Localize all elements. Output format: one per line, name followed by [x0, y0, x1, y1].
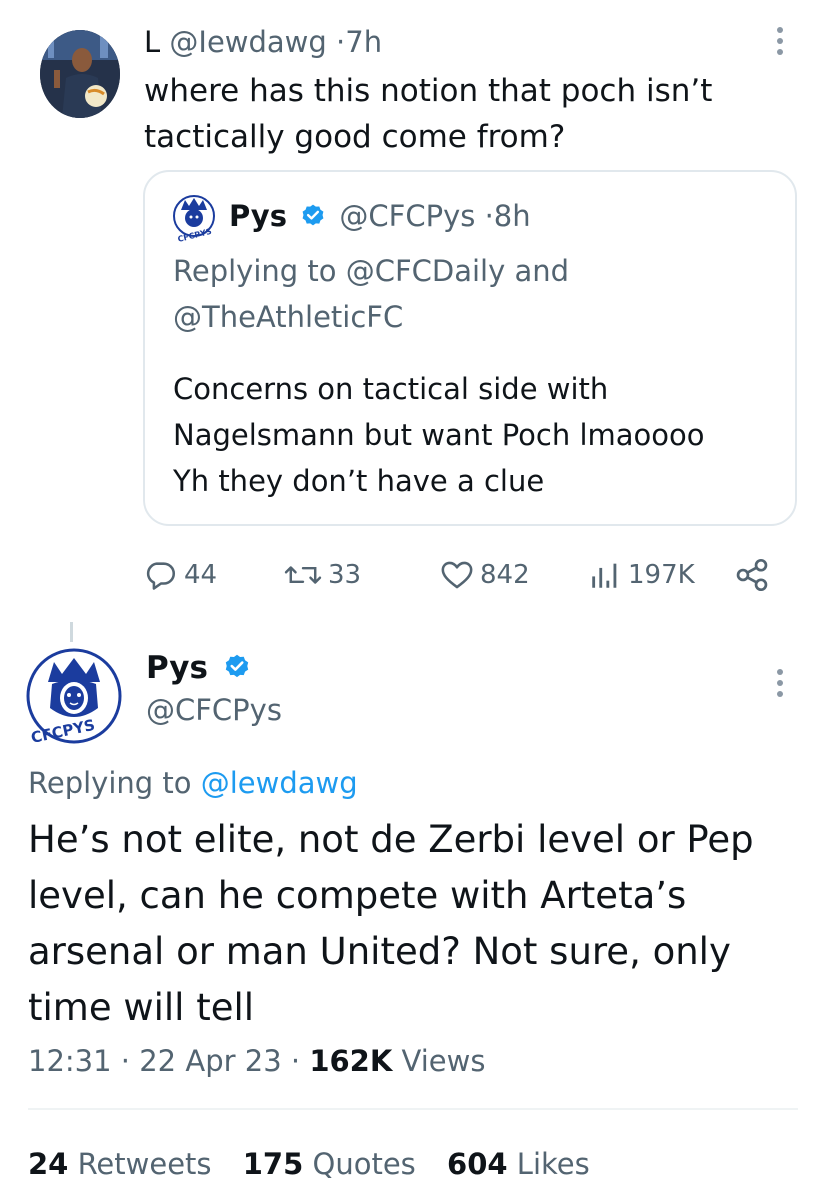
- heart-icon: [441, 561, 473, 589]
- avatar[interactable]: CFCPYS: [26, 648, 122, 747]
- reply-button[interactable]: 44: [144, 553, 217, 597]
- quoted-text-line: Yh they don’t have a clue: [173, 464, 545, 498]
- display-name[interactable]: Pys: [146, 648, 255, 688]
- replying-prefix: Replying to: [28, 766, 192, 800]
- like-button[interactable]: 842: [440, 553, 530, 597]
- quoted-tweet-card[interactable]: CFCPYS Pys @CFCPys ·8h Replying to @CFCD…: [143, 170, 797, 526]
- tweet-meta: 12:31 · 22 Apr 23 · 162K Views: [28, 1040, 485, 1082]
- like-count: 842: [480, 560, 530, 590]
- lion-logo-icon: CFCPYS: [173, 195, 215, 244]
- separator-dot: ·: [484, 199, 494, 233]
- display-name[interactable]: Pys: [229, 199, 287, 233]
- quoted-text-line: Concerns on tactical side with: [173, 372, 609, 406]
- display-name[interactable]: L: [144, 25, 160, 59]
- more-vertical-icon: [777, 27, 783, 55]
- replying-to: Replying to @CFCDaily and @TheAthleticFC: [173, 248, 763, 340]
- verified-badge-icon: [302, 204, 324, 226]
- lion-logo-icon: CFCPYS: [26, 648, 122, 747]
- likes-count: 604: [447, 1147, 508, 1181]
- quoted-tweet-text: Concerns on tactical side with Nagelsman…: [173, 366, 773, 504]
- tweet-header: L @Iewdawg ·7h: [144, 22, 382, 62]
- views-button[interactable]: 197K: [588, 553, 695, 597]
- user-handle[interactable]: @CFCPys: [146, 690, 282, 730]
- more-options-button[interactable]: [775, 26, 785, 56]
- share-button[interactable]: [734, 553, 776, 597]
- avatar[interactable]: [40, 30, 120, 118]
- replying-prefix: Replying to: [173, 254, 337, 288]
- likes-stat[interactable]: 604 Likes: [447, 1147, 590, 1181]
- user-handle[interactable]: @CFCPys: [339, 199, 475, 233]
- share-icon: [736, 558, 768, 592]
- separator-dot: ·: [336, 25, 346, 59]
- separator-dot: ·: [120, 1044, 131, 1078]
- display-name-text: Pys: [146, 650, 208, 686]
- divider: [28, 1108, 798, 1110]
- quotes-stat[interactable]: 175 Quotes: [243, 1147, 425, 1181]
- user-handle[interactable]: @Iewdawg: [169, 25, 326, 59]
- views-chart-icon: [592, 563, 617, 588]
- quotes-count: 175: [242, 1147, 304, 1181]
- views-count: 197K: [628, 560, 695, 590]
- more-vertical-icon: [777, 669, 783, 697]
- more-options-button[interactable]: [775, 668, 785, 698]
- retweet-icon: [284, 566, 322, 584]
- quoted-tweet-header: Pys @CFCPys ·8h: [229, 196, 531, 236]
- retweet-count: 33: [328, 560, 362, 590]
- thread-connector: [70, 622, 73, 642]
- engagement-stats: 24 Retweets 175 Quotes 604 Likes: [28, 1143, 612, 1185]
- tweet-date[interactable]: 22 Apr 23: [139, 1044, 281, 1078]
- verified-badge-icon: [225, 654, 248, 678]
- reply-count: 44: [184, 560, 218, 590]
- tweet-text: where has this notion that poch isn’t ta…: [144, 73, 713, 155]
- tweet-time[interactable]: 8h: [494, 199, 531, 233]
- retweets-count: 24: [28, 1147, 69, 1181]
- quotes-label: Quotes: [312, 1147, 416, 1181]
- separator-dot: ·: [290, 1044, 301, 1078]
- likes-label: Likes: [516, 1147, 590, 1181]
- replying-to: Replying to @lewdawg: [28, 762, 358, 804]
- replying-to-handle[interactable]: @lewdawg: [201, 766, 358, 800]
- tweet-actions: 44 33 842 197K: [144, 553, 784, 597]
- reply-icon: [146, 562, 176, 590]
- tweet-text: He’s not elite, not de Zerbi level or Pe…: [28, 818, 754, 1029]
- quoted-text-line: Nagelsmann but want Poch lmaoooo: [173, 418, 705, 452]
- views-count: 162K: [309, 1044, 393, 1078]
- retweets-stat[interactable]: 24 Retweets: [28, 1147, 221, 1181]
- retweet-button[interactable]: 33: [284, 553, 361, 597]
- tweet-time[interactable]: 12:31: [28, 1044, 112, 1078]
- user-photo-avatar-icon: [40, 30, 120, 118]
- avatar[interactable]: CFCPYS: [171, 194, 217, 244]
- tweet-time[interactable]: 7h: [345, 25, 382, 59]
- retweets-label: Retweets: [77, 1147, 212, 1181]
- views-label: Views: [401, 1044, 486, 1078]
